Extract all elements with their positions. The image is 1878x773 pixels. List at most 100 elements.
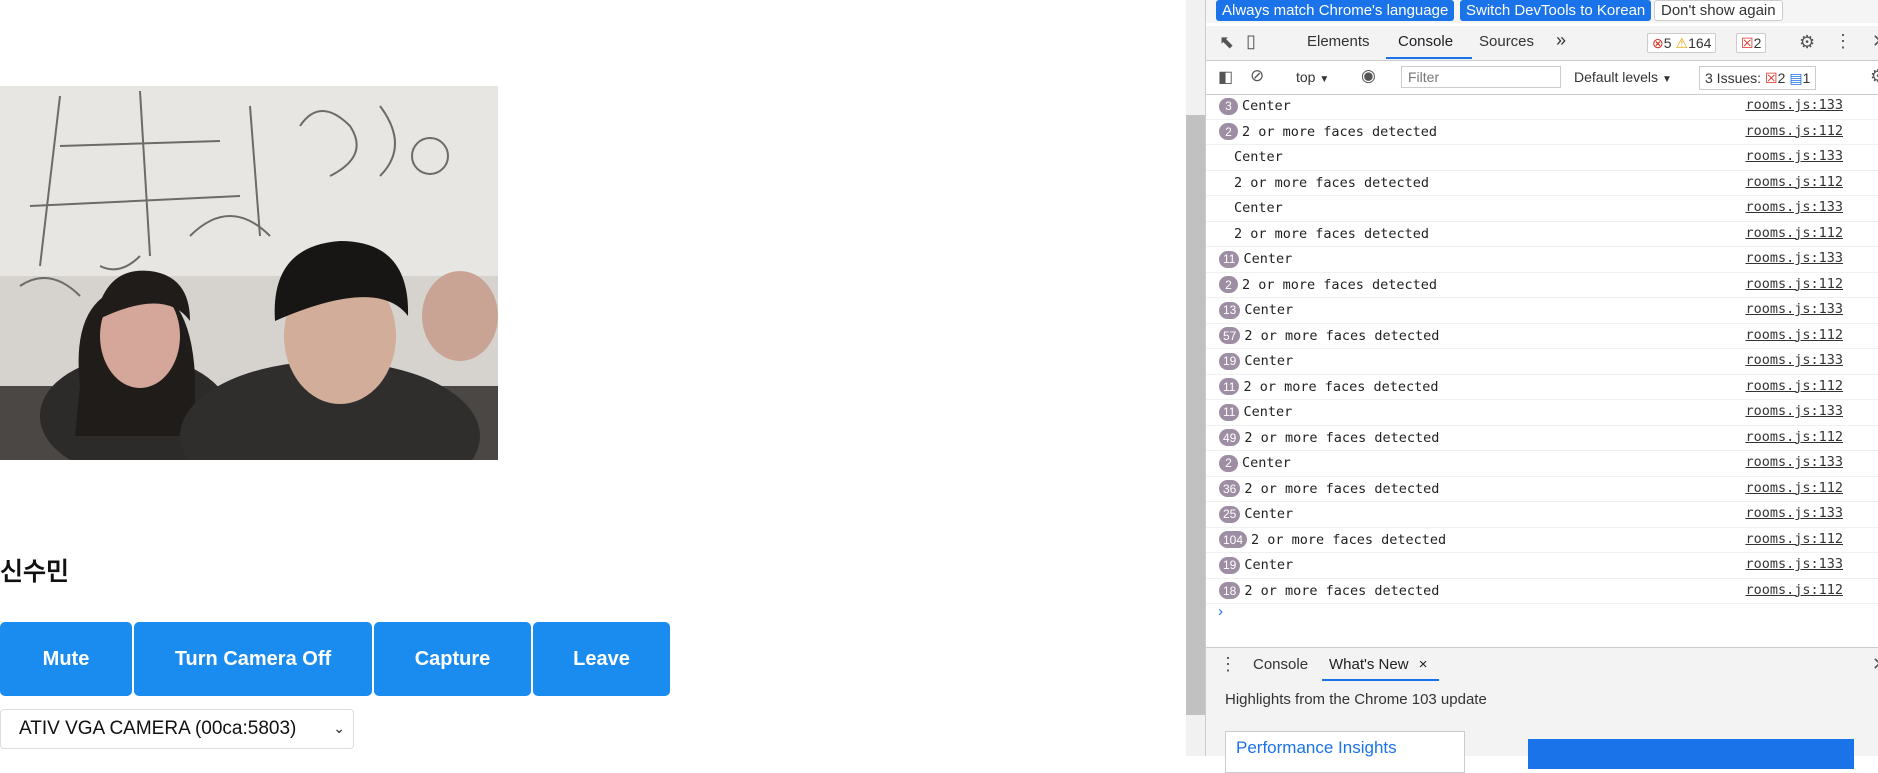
leave-button[interactable]: Leave — [533, 622, 670, 696]
source-link[interactable]: rooms.js:133 — [1745, 148, 1843, 164]
tab-sources[interactable]: Sources — [1479, 33, 1534, 50]
source-link[interactable]: rooms.js:133 — [1745, 454, 1843, 470]
whats-new-heading: Highlights from the Chrome 103 update — [1225, 691, 1487, 708]
source-link[interactable]: rooms.js:112 — [1745, 327, 1843, 343]
source-link[interactable]: rooms.js:133 — [1745, 199, 1843, 215]
tab-elements[interactable]: Elements — [1307, 33, 1370, 50]
console-message-row[interactable]: 2 or more faces detected rooms.js:112 — [1206, 222, 1878, 247]
console-message-row[interactable]: 11 Center rooms.js:133 — [1206, 247, 1878, 273]
clear-console-icon[interactable]: ⊘ — [1250, 66, 1264, 86]
more-tabs-icon[interactable]: » — [1556, 30, 1566, 51]
console-message-row[interactable]: 11 2 or more faces detected rooms.js:112 — [1206, 375, 1878, 400]
tab-console[interactable]: Console — [1398, 33, 1453, 50]
source-link[interactable]: rooms.js:112 — [1745, 225, 1843, 241]
dont-show-again-button[interactable]: Don't show again — [1654, 0, 1783, 21]
close-devtools-icon[interactable]: ✕ — [1872, 31, 1878, 52]
repeat-count-badge: 11 — [1219, 378, 1240, 396]
device-toolbar-icon[interactable]: ▯ — [1246, 31, 1256, 52]
source-link[interactable]: rooms.js:112 — [1745, 276, 1843, 292]
performance-insights-card[interactable]: Performance Insights — [1225, 731, 1465, 773]
context-select[interactable]: top ▼ — [1296, 69, 1329, 85]
issues-error-icon: ☒ — [1765, 69, 1778, 86]
turn-camera-off-button[interactable]: Turn Camera Off — [134, 622, 372, 696]
error-count: 5 — [1663, 35, 1672, 51]
performance-insights-link[interactable]: Performance Insights — [1236, 738, 1397, 758]
console-message-text: 2 or more faces detected — [1244, 582, 1440, 599]
camera-select[interactable]: ATIV VGA CAMERA (00ca:5803) ⌄ — [0, 709, 354, 749]
repeat-count-badge: 104 — [1219, 531, 1248, 549]
whats-new-panel: Highlights from the Chrome 103 update Pe… — [1206, 681, 1878, 773]
log-levels-select[interactable]: Default levels ▼ — [1574, 69, 1672, 85]
drawer-tab-console[interactable]: Console — [1253, 656, 1308, 673]
source-link[interactable]: rooms.js:133 — [1745, 352, 1843, 368]
capture-button[interactable]: Capture — [374, 622, 531, 696]
source-link[interactable]: rooms.js:133 — [1745, 97, 1843, 113]
mute-button[interactable]: Mute — [0, 622, 132, 696]
switch-to-korean-button[interactable]: Switch DevTools to Korean — [1460, 0, 1652, 21]
console-message-row[interactable]: 2 or more faces detected rooms.js:112 — [1206, 171, 1878, 196]
console-message-row[interactable]: 36 2 or more faces detected rooms.js:112 — [1206, 477, 1878, 502]
source-link[interactable]: rooms.js:112 — [1745, 480, 1843, 496]
source-link[interactable]: rooms.js:133 — [1745, 250, 1843, 266]
console-message-row[interactable]: 18 2 or more faces detected rooms.js:112 — [1206, 579, 1878, 604]
console-message-row[interactable]: 2 Center rooms.js:133 — [1206, 451, 1878, 477]
drawer-tab-whats-new[interactable]: What's New × — [1329, 656, 1428, 673]
source-link[interactable]: rooms.js:133 — [1745, 556, 1843, 572]
source-link[interactable]: rooms.js:112 — [1745, 582, 1843, 598]
always-match-language-button[interactable]: Always match Chrome's language — [1216, 0, 1455, 21]
issue-error-icon: ☒ — [1741, 34, 1754, 51]
repeat-count-badge: 18 — [1219, 582, 1241, 600]
issues-label: 3 Issues: — [1705, 70, 1762, 86]
issues-error-count: 2 — [1777, 70, 1786, 86]
inspect-element-icon[interactable]: ⬉ — [1219, 32, 1234, 53]
source-link[interactable]: rooms.js:112 — [1745, 429, 1843, 445]
console-message-row[interactable]: 22 or more faces detected rooms.js:112 — [1206, 273, 1878, 298]
close-tab-icon[interactable]: × — [1419, 656, 1428, 673]
console-message-row[interactable]: Center rooms.js:133 — [1206, 196, 1878, 222]
source-link[interactable]: rooms.js:112 — [1745, 174, 1843, 190]
close-drawer-icon[interactable]: ✕ — [1872, 654, 1878, 675]
source-link[interactable]: rooms.js:112 — [1745, 378, 1843, 394]
issues-button[interactable]: 3 Issues: ☒ 2 ▤ 1 — [1699, 66, 1817, 90]
console-message-row[interactable]: 11 Center rooms.js:133 — [1206, 400, 1878, 426]
drawer-menu-icon[interactable]: ⋮ — [1219, 654, 1237, 675]
page-scrollbar[interactable] — [1186, 0, 1205, 756]
console-message-row[interactable]: 3 Center rooms.js:133 — [1206, 94, 1878, 120]
issues-counter[interactable]: ☒ 2 — [1736, 33, 1767, 53]
console-message-row[interactable]: Center rooms.js:133 — [1206, 145, 1878, 171]
console-message-row[interactable]: 49 2 or more faces detected rooms.js:112 — [1206, 426, 1878, 451]
source-link[interactable]: rooms.js:112 — [1745, 531, 1843, 547]
console-message-row[interactable]: 19 Center rooms.js:133 — [1206, 349, 1878, 375]
active-tab-indicator — [1386, 57, 1472, 59]
source-link[interactable]: rooms.js:133 — [1745, 505, 1843, 521]
console-message-text: 2 or more faces detected — [1244, 429, 1440, 446]
console-message-row[interactable]: 22 or more faces detected rooms.js:112 — [1206, 120, 1878, 145]
repeat-count-badge: 3 — [1219, 97, 1238, 115]
context-select-value: top — [1296, 69, 1316, 85]
source-link[interactable]: rooms.js:133 — [1745, 403, 1843, 419]
console-prompt[interactable]: › — [1218, 603, 1223, 620]
live-expression-eye-icon[interactable]: ◉ — [1361, 66, 1376, 86]
console-message-row[interactable]: 57 2 or more faces detected rooms.js:112 — [1206, 324, 1878, 349]
error-warning-counter[interactable]: ⊗ 5 ⚠ 164 — [1647, 33, 1717, 53]
console-message-row[interactable]: 104 2 or more faces detected rooms.js:112 — [1206, 528, 1878, 553]
console-settings-gear-icon[interactable]: ⚙ — [1870, 66, 1878, 87]
console-message-text: Center — [1244, 353, 1294, 370]
repeat-count-badge: 2 — [1219, 123, 1238, 141]
console-message-row[interactable]: 19 Center rooms.js:133 — [1206, 553, 1878, 579]
devtools-toolbar: ⬉ ▯ Elements Console Sources » ⊗ 5 ⚠ 164… — [1206, 26, 1878, 61]
source-link[interactable]: rooms.js:133 — [1745, 301, 1843, 317]
filter-input[interactable]: Filter — [1401, 66, 1561, 88]
settings-gear-icon[interactable]: ⚙ — [1799, 32, 1815, 53]
video-image — [0, 86, 498, 460]
repeat-count-badge: 11 — [1219, 403, 1240, 421]
source-link[interactable]: rooms.js:112 — [1745, 123, 1843, 139]
repeat-count-badge: 19 — [1219, 352, 1241, 370]
console-message-row[interactable]: 13 Center rooms.js:133 — [1206, 298, 1878, 324]
sidebar-toggle-icon[interactable]: ◧ — [1218, 67, 1233, 87]
console-message-text: 2 or more faces detected — [1242, 123, 1438, 140]
page-scrollbar-thumb[interactable] — [1186, 115, 1205, 715]
console-message-row[interactable]: 25 Center rooms.js:133 — [1206, 502, 1878, 528]
whats-new-video-card[interactable] — [1528, 739, 1854, 769]
more-options-icon[interactable]: ⋮ — [1834, 31, 1852, 52]
